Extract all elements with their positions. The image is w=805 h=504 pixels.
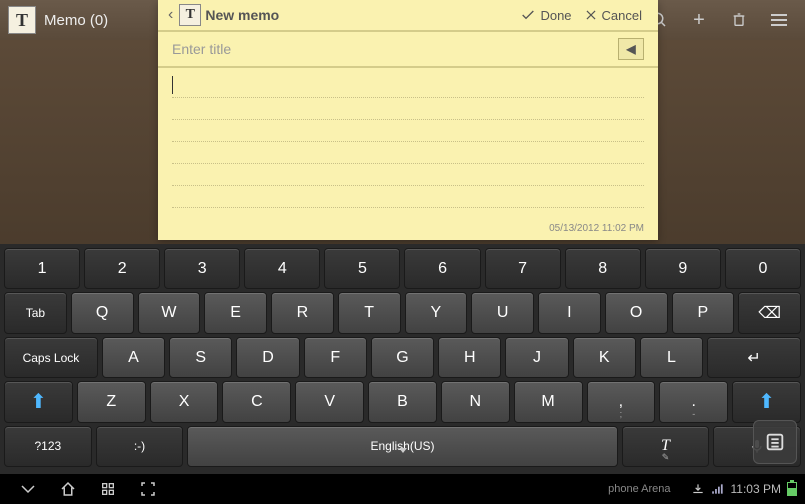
- key-tab[interactable]: Tab: [4, 292, 67, 333]
- key-0[interactable]: 0: [725, 248, 801, 289]
- key-enter[interactable]: ↵: [707, 337, 801, 378]
- key-e[interactable]: E: [204, 292, 267, 333]
- key-2[interactable]: 2: [84, 248, 160, 289]
- done-label: Done: [540, 8, 571, 23]
- key-shift-left[interactable]: ⬆: [4, 381, 73, 422]
- key-r[interactable]: R: [271, 292, 334, 333]
- app-title: Memo (0): [44, 12, 108, 29]
- key-l[interactable]: L: [640, 337, 703, 378]
- clock: 11:03 PM: [731, 482, 781, 496]
- cancel-label: Cancel: [602, 8, 642, 23]
- key-backspace[interactable]: ⌫: [738, 292, 801, 333]
- nav-screenshot[interactable]: [128, 480, 168, 498]
- key-3[interactable]: 3: [164, 248, 240, 289]
- key-q[interactable]: Q: [71, 292, 134, 333]
- keyboard-row-4: ⬆ Z X C V B N M ,; .- ⬆: [2, 381, 803, 422]
- key-c[interactable]: C: [222, 381, 291, 422]
- key-space[interactable]: English(US): [187, 426, 617, 467]
- memo-panel: ‹ T New memo Done Cancel ◀ 05/13/2012 11…: [158, 0, 658, 240]
- key-g[interactable]: G: [371, 337, 434, 378]
- key-p[interactable]: P: [672, 292, 735, 333]
- keyboard-row-5: ?123 :-) English(US) T✎: [2, 426, 803, 467]
- menu-button[interactable]: [761, 2, 797, 38]
- add-button[interactable]: +: [681, 2, 717, 38]
- memo-title-input[interactable]: [172, 41, 618, 57]
- memo-timestamp: 05/13/2012 11:02 PM: [158, 218, 658, 240]
- memo-body-input[interactable]: [158, 68, 658, 218]
- key-comma[interactable]: ,;: [587, 381, 656, 422]
- key-s[interactable]: S: [169, 337, 232, 378]
- key-m[interactable]: M: [514, 381, 583, 422]
- floating-menu-button[interactable]: [753, 420, 797, 464]
- app-icon: T: [8, 6, 36, 34]
- key-8[interactable]: 8: [565, 248, 641, 289]
- key-text-input-mode[interactable]: T✎: [622, 426, 710, 467]
- back-chevron-icon[interactable]: ‹: [168, 6, 173, 24]
- key-j[interactable]: J: [505, 337, 568, 378]
- collapse-button[interactable]: ◀: [618, 38, 644, 60]
- done-button[interactable]: Done: [514, 3, 577, 27]
- home-icon: [59, 480, 77, 498]
- key-shift-right[interactable]: ⬆: [732, 381, 801, 422]
- key-n[interactable]: N: [441, 381, 510, 422]
- memo-icon: T: [179, 4, 201, 26]
- key-f[interactable]: F: [304, 337, 367, 378]
- download-icon: [691, 483, 705, 495]
- keyboard-row-3: Caps Lock A S D F G H J K L ↵: [2, 337, 803, 378]
- signal-icon: [711, 483, 725, 495]
- key-a[interactable]: A: [102, 337, 165, 378]
- key-z[interactable]: Z: [77, 381, 146, 422]
- shift-up-icon: ⬆: [30, 389, 47, 414]
- status-area[interactable]: 11:03 PM: [691, 482, 797, 496]
- memo-header-label: New memo: [205, 7, 279, 23]
- key-t[interactable]: T: [338, 292, 401, 333]
- key-symbols[interactable]: ?123: [4, 426, 92, 467]
- key-i[interactable]: I: [538, 292, 601, 333]
- brand-watermark: phone Arena: [608, 483, 670, 495]
- key-y[interactable]: Y: [405, 292, 468, 333]
- key-b[interactable]: B: [368, 381, 437, 422]
- keyboard-row-1: 1 2 3 4 5 6 7 8 9 0: [2, 248, 803, 289]
- system-nav-bar: phone Arena 11:03 PM: [0, 474, 805, 504]
- text-cursor: [172, 76, 173, 94]
- key-4[interactable]: 4: [244, 248, 320, 289]
- cancel-button[interactable]: Cancel: [578, 4, 648, 27]
- key-u[interactable]: U: [471, 292, 534, 333]
- key-period[interactable]: .-: [659, 381, 728, 422]
- key-9[interactable]: 9: [645, 248, 721, 289]
- key-capslock[interactable]: Caps Lock: [4, 337, 98, 378]
- delete-button[interactable]: [721, 2, 757, 38]
- key-o[interactable]: O: [605, 292, 668, 333]
- recent-apps-icon: [100, 481, 116, 497]
- key-5[interactable]: 5: [324, 248, 400, 289]
- key-7[interactable]: 7: [485, 248, 561, 289]
- key-w[interactable]: W: [138, 292, 201, 333]
- chevron-down-icon: [19, 482, 37, 496]
- battery-icon: [787, 482, 797, 496]
- memo-header: ‹ T New memo Done Cancel: [158, 0, 658, 32]
- shift-up-icon: ⬆: [758, 389, 775, 414]
- key-k[interactable]: K: [573, 337, 636, 378]
- key-v[interactable]: V: [295, 381, 364, 422]
- keyboard-row-2: Tab Q W E R T Y U I O P ⌫: [2, 292, 803, 333]
- screenshot-icon: [139, 480, 157, 498]
- key-h[interactable]: H: [438, 337, 501, 378]
- nav-home[interactable]: [48, 480, 88, 498]
- on-screen-keyboard: 1 2 3 4 5 6 7 8 9 0 Tab Q W E R T Y U I …: [0, 244, 805, 474]
- key-emoji[interactable]: :-): [96, 426, 184, 467]
- key-6[interactable]: 6: [404, 248, 480, 289]
- key-d[interactable]: D: [236, 337, 299, 378]
- nav-hide-keyboard[interactable]: [8, 482, 48, 496]
- list-icon: [764, 431, 786, 453]
- memo-title-row: ◀: [158, 32, 658, 68]
- nav-recent[interactable]: [88, 481, 128, 497]
- key-x[interactable]: X: [150, 381, 219, 422]
- key-1[interactable]: 1: [4, 248, 80, 289]
